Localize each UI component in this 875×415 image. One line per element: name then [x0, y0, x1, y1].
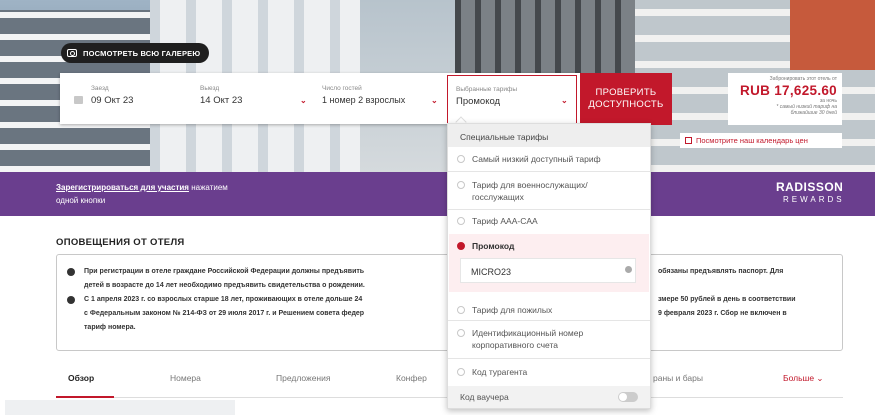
check-availability-line2: ДОСТУПНОСТЬ: [588, 99, 664, 110]
option-promo[interactable]: Промокод: [448, 240, 650, 252]
tariff-value: Промокод: [456, 96, 501, 107]
tab-overview[interactable]: Обзор: [68, 373, 94, 383]
radio-icon: [457, 368, 465, 376]
info-icon: [67, 268, 75, 276]
voucher-toggle[interactable]: [618, 392, 638, 402]
guests-field[interactable]: Число гостей 1 номер 2 взрослых ⌄: [318, 73, 446, 124]
calendar-icon: [74, 96, 83, 104]
option-label-2: корпоративного счета: [472, 340, 559, 350]
option-label-2: госслужащих: [472, 192, 524, 202]
tab-restaurants[interactable]: раны и бары: [653, 373, 703, 383]
rewards-line-1: Зарегистрироваться для участия нажатием: [56, 183, 228, 192]
tab-conference[interactable]: Конфер: [396, 373, 427, 383]
option-lowest-rate[interactable]: Самый низкий доступный тариф: [448, 153, 650, 165]
guests-label: Число гостей: [322, 85, 362, 92]
rewards-text-1: нажатием: [188, 183, 228, 192]
alert-2-line-2: с Федеральным законом № 214-ФЗ от 29 июл…: [84, 310, 365, 317]
price-box: Забронировать этот отель от RUB 17,625.6…: [728, 73, 842, 125]
alert-2-line-1: С 1 апреля 2023 г. со взрослых старше 18…: [84, 296, 363, 303]
price-note-2: ближайшие 30 дней: [790, 110, 837, 116]
rewards-logo: REWARDS: [783, 195, 845, 204]
divider: [448, 320, 650, 321]
voucher-row: Код ваучера: [448, 386, 650, 408]
price-caption: Забронировать этот отель от: [769, 76, 837, 82]
checkin-label: Заезд: [91, 85, 109, 92]
voucher-label: Код ваучера: [460, 392, 509, 402]
alert-1-line-2: детей в возрасте до 14 лет необходимо пр…: [84, 282, 365, 289]
view-gallery-label: ПОСМОТРЕТЬ ВСЮ ГАЛЕРЕЮ: [83, 48, 201, 58]
register-link[interactable]: Зарегистрироваться для участия: [56, 183, 189, 192]
tariff-label: Выбранные тарифы: [456, 86, 518, 93]
divider: [448, 358, 650, 359]
divider: [448, 209, 650, 210]
checkout-value: 14 Окт 23: [200, 95, 243, 106]
checkin-field[interactable]: Заезд 09 Окт 23: [60, 73, 170, 124]
clear-icon[interactable]: [625, 266, 632, 273]
option-label: Тариф AAA-CAA: [472, 216, 538, 226]
option-corporate[interactable]: Идентификационный номер корпоративного с…: [448, 327, 650, 351]
tab-offers[interactable]: Предложения: [276, 373, 330, 383]
checkout-field[interactable]: Выезд 14 Окт 23 ⌄: [170, 73, 310, 124]
alert-1-line-1-end: обязаны предъявлять паспорт. Для: [658, 268, 784, 275]
radio-selected-icon: [457, 242, 465, 250]
checkin-value: 09 Окт 23: [91, 95, 134, 106]
divider: [448, 171, 650, 172]
radio-icon: [457, 155, 465, 163]
alert-2-line-2-end: 9 февраля 2023 г. Сбор не включен в: [658, 310, 787, 317]
option-label: Тариф для военнослужащих/: [472, 180, 588, 190]
dropdown-header: Специальные тарифы: [448, 124, 650, 147]
option-label: Самый низкий доступный тариф: [472, 154, 601, 164]
chevron-down-icon: ⌄: [300, 96, 307, 105]
tab-rooms[interactable]: Номера: [170, 373, 201, 383]
promo-code-value: MICRO23: [471, 267, 512, 277]
alert-2-line-3: тариф номера.: [84, 324, 136, 331]
rewards-text-2: одной кнопки: [56, 196, 106, 205]
check-availability-line1: ПРОВЕРИТЬ: [595, 86, 657, 98]
tab-more[interactable]: Больше ⌄: [783, 373, 824, 384]
radisson-logo: RADISSON: [776, 180, 844, 194]
guests-value: 1 номер 2 взрослых: [322, 95, 406, 105]
price-amount: RUB 17,625.60: [740, 83, 837, 98]
photo-roof: [790, 0, 875, 70]
camera-icon: [67, 49, 77, 57]
tariff-dropdown: Специальные тарифы Самый низкий доступны…: [447, 123, 651, 409]
radio-icon: [457, 329, 465, 337]
alert-2-line-1-end: змере 50 рублей в день в соответствии: [658, 296, 796, 303]
view-gallery-button[interactable]: ПОСМОТРЕТЬ ВСЮ ГАЛЕРЕЮ: [61, 43, 210, 63]
rewards-banner: Зарегистрироваться для участия нажатием …: [0, 172, 875, 216]
calendar-icon: [685, 137, 692, 144]
option-label: Тариф для пожилых: [472, 305, 553, 315]
alert-1-line-1: При регистрации в отеле граждане Российс…: [84, 268, 365, 275]
option-aaa[interactable]: Тариф AAA-CAA: [448, 215, 650, 227]
info-icon: [67, 296, 75, 304]
active-tab-indicator: [56, 396, 114, 398]
radio-icon: [457, 181, 465, 189]
radio-icon: [457, 306, 465, 314]
option-military[interactable]: Тариф для военнослужащих/ госслужащих: [448, 179, 650, 203]
option-label: Промокод: [472, 241, 515, 251]
tariff-select[interactable]: Выбранные тарифы Промокод ⌄: [447, 75, 577, 124]
option-label: Идентификационный номер: [472, 328, 584, 338]
radio-icon: [457, 217, 465, 225]
checkout-label: Выезд: [200, 85, 220, 92]
footer-placeholder: [5, 400, 235, 415]
option-label: Код турагента: [472, 367, 528, 377]
chevron-down-icon: ⌄: [431, 96, 438, 105]
option-senior[interactable]: Тариф для пожилых: [448, 304, 650, 316]
option-travel-agent[interactable]: Код турагента: [448, 366, 650, 378]
alerts-title: ОПОВЕЩЕНИЯ ОТ ОТЕЛЯ: [56, 237, 185, 248]
price-calendar-link[interactable]: Посмотрите наш календарь цен: [680, 133, 842, 148]
chevron-down-icon: ⌄: [561, 96, 568, 105]
price-calendar-label: Посмотрите наш календарь цен: [696, 136, 808, 145]
check-availability-button[interactable]: ПРОВЕРИТЬ ДОСТУПНОСТЬ: [580, 73, 672, 125]
promo-code-input[interactable]: MICRO23: [460, 258, 636, 283]
